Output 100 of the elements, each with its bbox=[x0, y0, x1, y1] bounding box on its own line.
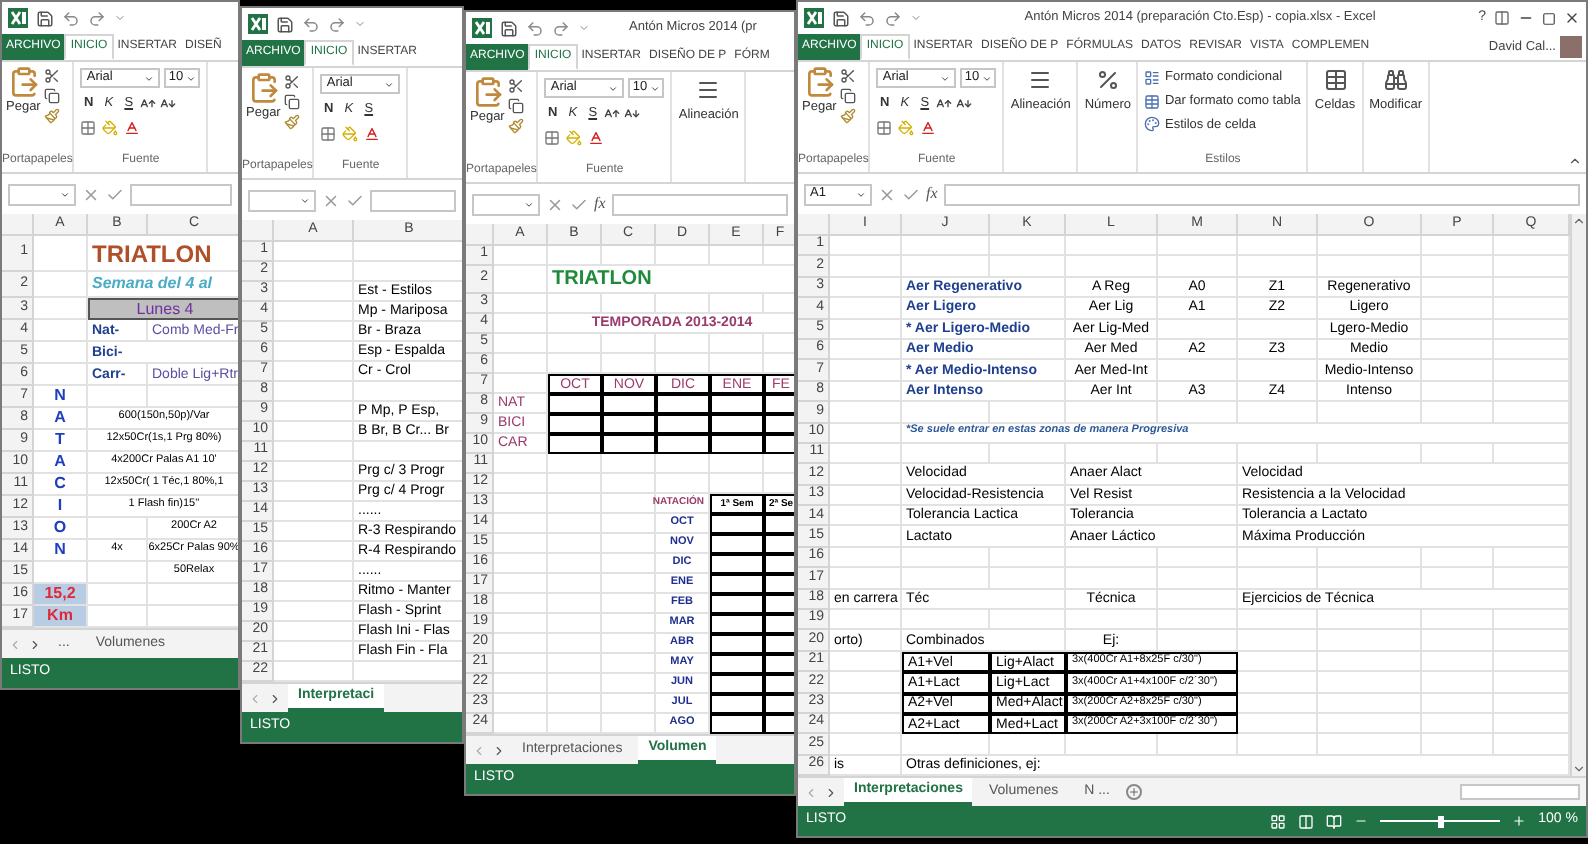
empty-cell[interactable] bbox=[990, 256, 1066, 278]
empty-cell[interactable] bbox=[602, 454, 656, 474]
empty-cell[interactable] bbox=[1066, 236, 1158, 257]
empty-cell[interactable] bbox=[656, 354, 710, 374]
empty-cell[interactable] bbox=[710, 474, 764, 494]
redo-icon[interactable] bbox=[552, 19, 570, 37]
empty-cell[interactable] bbox=[656, 334, 710, 354]
empty-cell[interactable] bbox=[710, 334, 764, 354]
empty-cell[interactable] bbox=[1422, 734, 1494, 756]
empty-cell[interactable] bbox=[1066, 443, 1158, 465]
empty-cell[interactable] bbox=[1318, 443, 1422, 465]
copy-icon[interactable] bbox=[284, 94, 301, 110]
brush-icon[interactable] bbox=[840, 108, 857, 124]
empty-cell[interactable] bbox=[1422, 547, 1494, 569]
empty-cell[interactable] bbox=[602, 674, 656, 694]
empty-cell[interactable] bbox=[1422, 713, 1494, 735]
empty-cell[interactable] bbox=[1238, 236, 1318, 257]
empty-cell[interactable] bbox=[1238, 630, 1318, 652]
save-icon[interactable] bbox=[36, 9, 54, 27]
empty-cell[interactable] bbox=[602, 554, 656, 574]
empty-cell[interactable] bbox=[548, 614, 602, 634]
vertical-scrollbar[interactable] bbox=[1570, 214, 1586, 777]
empty-cell[interactable] bbox=[902, 610, 990, 631]
empty-cell[interactable] bbox=[990, 734, 1066, 756]
shrink-font-icon[interactable] bbox=[956, 95, 973, 112]
empty-cell[interactable] bbox=[902, 236, 990, 257]
next-sheet-icon[interactable] bbox=[824, 785, 838, 800]
empty-cell[interactable] bbox=[548, 474, 602, 494]
empty-cell[interactable] bbox=[602, 494, 656, 514]
empty-cell[interactable] bbox=[1422, 568, 1494, 590]
empty-cell[interactable] bbox=[1066, 568, 1158, 590]
page-break-icon[interactable] bbox=[1326, 813, 1343, 830]
formula-input-field[interactable] bbox=[130, 183, 232, 205]
zoom-slider[interactable] bbox=[1380, 815, 1501, 828]
cancel-icon[interactable] bbox=[322, 191, 340, 209]
empty-cell[interactable] bbox=[602, 574, 656, 594]
empty-cell[interactable] bbox=[602, 514, 656, 534]
dropdown-caret-icon[interactable] bbox=[300, 195, 310, 205]
empty-cell[interactable] bbox=[710, 246, 764, 266]
empty-cell[interactable] bbox=[1158, 610, 1238, 631]
borders-icon[interactable] bbox=[544, 129, 561, 146]
empty-cell[interactable] bbox=[1158, 443, 1238, 465]
enter-icon[interactable] bbox=[106, 185, 124, 203]
save-icon[interactable] bbox=[276, 15, 294, 33]
dropdown-caret-icon[interactable] bbox=[60, 189, 70, 199]
empty-cell[interactable] bbox=[710, 454, 764, 474]
empty-cell[interactable] bbox=[548, 634, 602, 654]
fill-color-icon[interactable] bbox=[898, 119, 915, 136]
empty-cell[interactable] bbox=[602, 294, 656, 314]
empty-cell[interactable] bbox=[1238, 610, 1318, 631]
empty-cell[interactable] bbox=[1422, 298, 1494, 320]
dropdown-caret-icon[interactable] bbox=[384, 79, 395, 89]
undo-icon[interactable] bbox=[526, 19, 544, 37]
empty-cell[interactable] bbox=[1318, 547, 1422, 569]
previous-sheet-icon[interactable] bbox=[8, 637, 22, 651]
empty-cell[interactable] bbox=[548, 674, 602, 694]
dropdown-caret-icon[interactable] bbox=[144, 73, 155, 83]
redo-icon[interactable] bbox=[88, 9, 106, 27]
empty-cell[interactable] bbox=[1238, 360, 1318, 382]
empty-cell[interactable] bbox=[1158, 360, 1238, 382]
empty-cell[interactable] bbox=[1318, 672, 1422, 694]
undo-icon[interactable] bbox=[62, 9, 80, 27]
empty-cell[interactable] bbox=[1422, 360, 1494, 382]
next-sheet-icon[interactable] bbox=[492, 743, 506, 757]
previous-sheet-icon[interactable] bbox=[472, 743, 486, 757]
empty-cell[interactable] bbox=[1066, 734, 1158, 756]
empty-cell[interactable] bbox=[656, 474, 710, 494]
copy-icon[interactable] bbox=[44, 88, 61, 104]
empty-cell[interactable] bbox=[1422, 381, 1494, 403]
empty-cell[interactable] bbox=[1158, 236, 1238, 257]
empty-cell[interactable] bbox=[1238, 734, 1318, 756]
empty-cell[interactable] bbox=[902, 734, 990, 756]
font-color-icon[interactable] bbox=[364, 125, 381, 142]
empty-cell[interactable] bbox=[1238, 319, 1318, 340]
scroll-down-icon[interactable] bbox=[1572, 762, 1586, 777]
empty-cell[interactable] bbox=[1158, 256, 1238, 278]
slider-thumb[interactable] bbox=[1437, 815, 1444, 828]
cancel-icon[interactable] bbox=[878, 185, 896, 203]
font-color-icon[interactable] bbox=[124, 119, 141, 136]
empty-cell[interactable] bbox=[602, 614, 656, 634]
empty-cell[interactable] bbox=[548, 654, 602, 674]
empty-cell[interactable] bbox=[1158, 734, 1238, 756]
empty-cell[interactable] bbox=[602, 474, 656, 494]
empty-cell[interactable] bbox=[1318, 693, 1422, 714]
empty-cell[interactable] bbox=[1158, 568, 1238, 590]
empty-cell[interactable] bbox=[548, 334, 602, 354]
redo-icon[interactable] bbox=[328, 15, 346, 33]
empty-cell[interactable] bbox=[1238, 402, 1318, 424]
empty-cell[interactable] bbox=[548, 554, 602, 574]
next-sheet-icon[interactable] bbox=[268, 691, 282, 705]
font-color-icon[interactable] bbox=[588, 129, 605, 146]
empty-cell[interactable] bbox=[548, 514, 602, 534]
empty-cell[interactable] bbox=[902, 256, 990, 278]
maximize-icon[interactable] bbox=[1542, 11, 1556, 25]
empty-cell[interactable] bbox=[990, 443, 1066, 465]
empty-cell[interactable] bbox=[1422, 443, 1494, 465]
close-icon[interactable] bbox=[1564, 10, 1580, 26]
empty-cell[interactable] bbox=[1066, 610, 1158, 631]
empty-cell[interactable] bbox=[1318, 256, 1422, 278]
empty-cell[interactable] bbox=[990, 610, 1066, 631]
